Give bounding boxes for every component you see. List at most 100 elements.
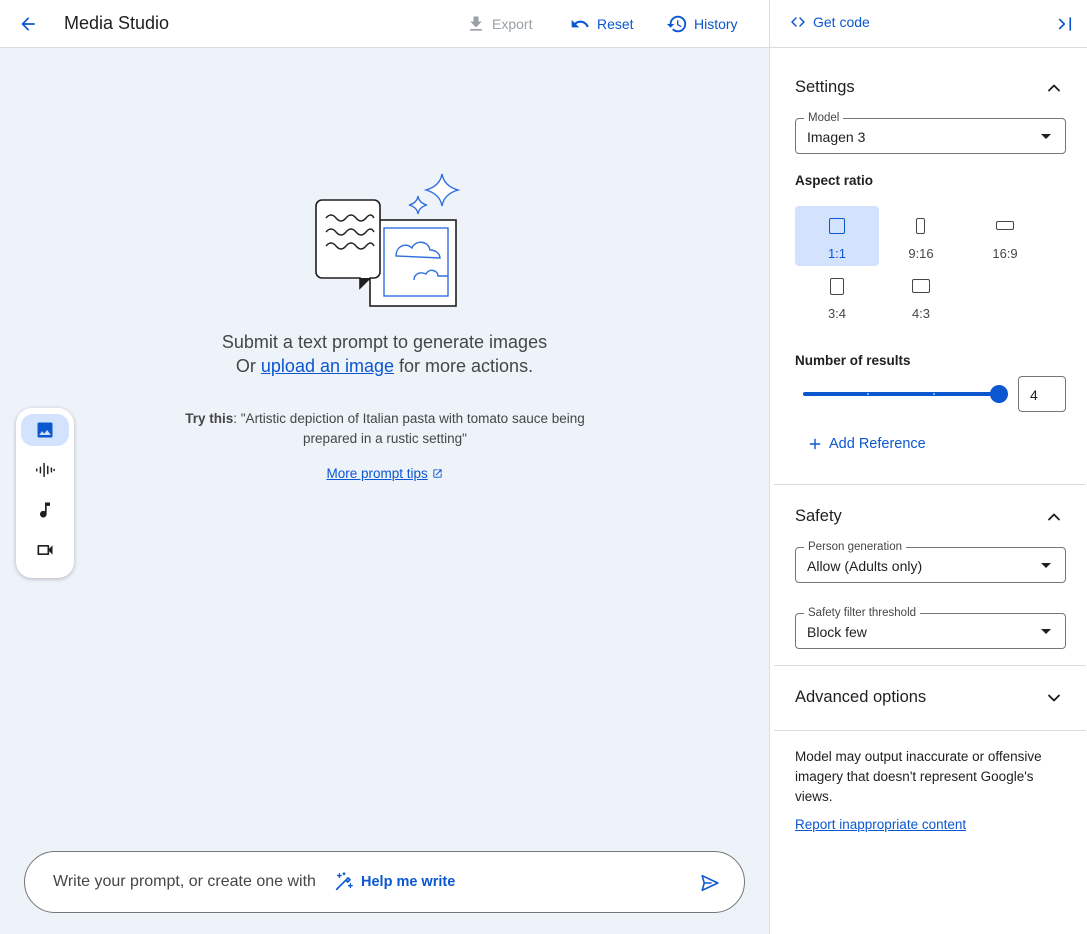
prompt-placeholder: Write your prompt, or create one with [53, 873, 316, 890]
reset-button[interactable]: Reset [569, 12, 634, 36]
dropdown-arrow-icon [1041, 629, 1051, 634]
open-in-new-icon [432, 469, 442, 478]
mode-video[interactable] [21, 534, 69, 566]
number-of-results-input[interactable]: 4 [1018, 376, 1066, 412]
undo-icon [571, 19, 589, 28]
dropdown-arrow-icon [1041, 134, 1051, 139]
person-generation-label: Person generation [804, 540, 906, 554]
upload-image-link[interactable]: upload an image [261, 356, 394, 376]
person-generation-value: Allow (Adults only) [807, 558, 923, 574]
collapse-right-icon [1058, 17, 1072, 31]
download-icon [470, 16, 482, 31]
aspect-ratio-option-label: 4:3 [911, 306, 931, 321]
divider [774, 665, 1086, 666]
arrow-back-icon [21, 17, 35, 31]
settings-panel: Get code Settings Model Imagen 3 Aspect … [769, 0, 1087, 934]
collapse-panel-button[interactable] [1054, 13, 1076, 35]
try-this-suggestion[interactable]: Try this: "Artistic depiction of Italian… [185, 409, 585, 449]
slider-thumb[interactable] [990, 385, 1008, 403]
safety-title: Safety [795, 507, 842, 525]
model-label: Model [804, 111, 844, 125]
mode-music[interactable] [21, 494, 69, 526]
send-icon [701, 874, 719, 892]
add-reference-button[interactable]: Add Reference [808, 436, 926, 452]
send-button[interactable] [697, 870, 723, 896]
plus-icon [809, 438, 821, 450]
number-of-results-slider[interactable] [803, 385, 1008, 403]
history-button[interactable]: History [666, 12, 738, 36]
landscape-icon [996, 221, 1014, 230]
get-code-label: Get code [813, 14, 870, 30]
empty-state-subtitle: Or upload an image for more actions. [0, 354, 769, 378]
canvas-area: Media Studio Export Reset History Submit… [0, 0, 769, 934]
help-me-write-button[interactable]: Help me write [333, 871, 455, 893]
portrait-icon [830, 278, 844, 295]
music-note-icon [40, 502, 50, 518]
square-icon [829, 218, 845, 234]
dropdown-arrow-icon [1041, 563, 1051, 568]
chevron-up-icon [1048, 513, 1060, 521]
back-button[interactable] [14, 10, 42, 38]
get-code-button[interactable]: Get code [790, 14, 870, 30]
safety-filter-value: Block few [807, 624, 867, 640]
history-icon [666, 15, 687, 33]
aspect-ratio-16-9[interactable]: 16:9 [963, 206, 1047, 266]
advanced-options-title: Advanced options [795, 688, 927, 706]
try-this-label: Try this [185, 411, 234, 426]
empty-state-title: Submit a text prompt to generate images [221, 332, 548, 352]
subtitle-suffix: for more actions. [394, 356, 534, 376]
mode-selector [16, 408, 74, 578]
person-generation-select[interactable]: Person generation Allow (Adults only) [795, 540, 1066, 583]
waveform-icon [36, 462, 55, 478]
aspect-ratio-option-label: 3:4 [827, 306, 847, 321]
aspect-ratio-3-4[interactable]: 3:4 [795, 266, 879, 326]
top-bar: Media Studio Export Reset History [0, 0, 769, 48]
magic-pen-icon [335, 872, 353, 891]
prompt-illustration [315, 173, 461, 307]
aspect-ratio-label: Aspect ratio [795, 173, 874, 188]
advanced-options-expand-button[interactable] [1042, 686, 1066, 710]
model-value: Imagen 3 [807, 129, 866, 145]
divider [774, 484, 1086, 485]
reset-label: Reset [597, 16, 634, 32]
aspect-ratio-option-label: 9:16 [908, 246, 934, 261]
aspect-ratio-4-3[interactable]: 4:3 [879, 266, 963, 326]
prompt-tips: More prompt tips [0, 466, 769, 481]
safety-filter-select[interactable]: Safety filter threshold Block few [795, 606, 1066, 649]
help-me-write-label: Help me write [361, 874, 456, 890]
export-label: Export [492, 16, 533, 32]
chevron-up-icon [1048, 84, 1060, 92]
add-reference-label: Add Reference [829, 436, 926, 452]
chevron-down-icon [1048, 694, 1060, 702]
prompt-input[interactable]: Write your prompt, or create one with He… [24, 851, 745, 913]
slider-track [803, 392, 999, 396]
number-of-results-label: Number of results [795, 353, 911, 368]
aspect-ratio-option-label: 1:1 [827, 246, 847, 261]
landscape-icon [912, 279, 930, 293]
page-title: Media Studio [64, 13, 170, 33]
aspect-ratio-1-1[interactable]: 1:1 [795, 206, 879, 266]
settings-collapse-button[interactable] [1042, 76, 1066, 100]
try-this-text: : "Artistic depiction of Italian pasta w… [233, 411, 585, 446]
videocam-icon [37, 545, 53, 555]
model-disclaimer: Model may output inaccurate or offensive… [795, 749, 1042, 804]
report-content-link[interactable]: Report inappropriate content [795, 817, 966, 832]
safety-filter-label: Safety filter threshold [804, 606, 921, 620]
subtitle-prefix: Or [235, 356, 261, 376]
safety-collapse-button[interactable] [1042, 505, 1066, 529]
slider-tick [932, 393, 935, 395]
aspect-ratio-9-16[interactable]: 9:16 [879, 206, 963, 266]
portrait-icon [916, 218, 925, 234]
settings-title: Settings [795, 78, 855, 96]
model-select[interactable]: Model Imagen 3 [795, 111, 1066, 154]
code-icon [791, 17, 805, 27]
panel-header: Get code [770, 0, 1087, 48]
mode-image[interactable] [21, 414, 69, 446]
aspect-ratio-option-label: 16:9 [992, 246, 1018, 261]
export-button[interactable]: Export [466, 12, 532, 36]
mode-speech[interactable] [21, 454, 69, 486]
history-label: History [694, 16, 738, 32]
prompt-tips-link[interactable]: More prompt tips [326, 466, 427, 481]
divider [774, 730, 1086, 731]
image-icon [37, 422, 53, 438]
